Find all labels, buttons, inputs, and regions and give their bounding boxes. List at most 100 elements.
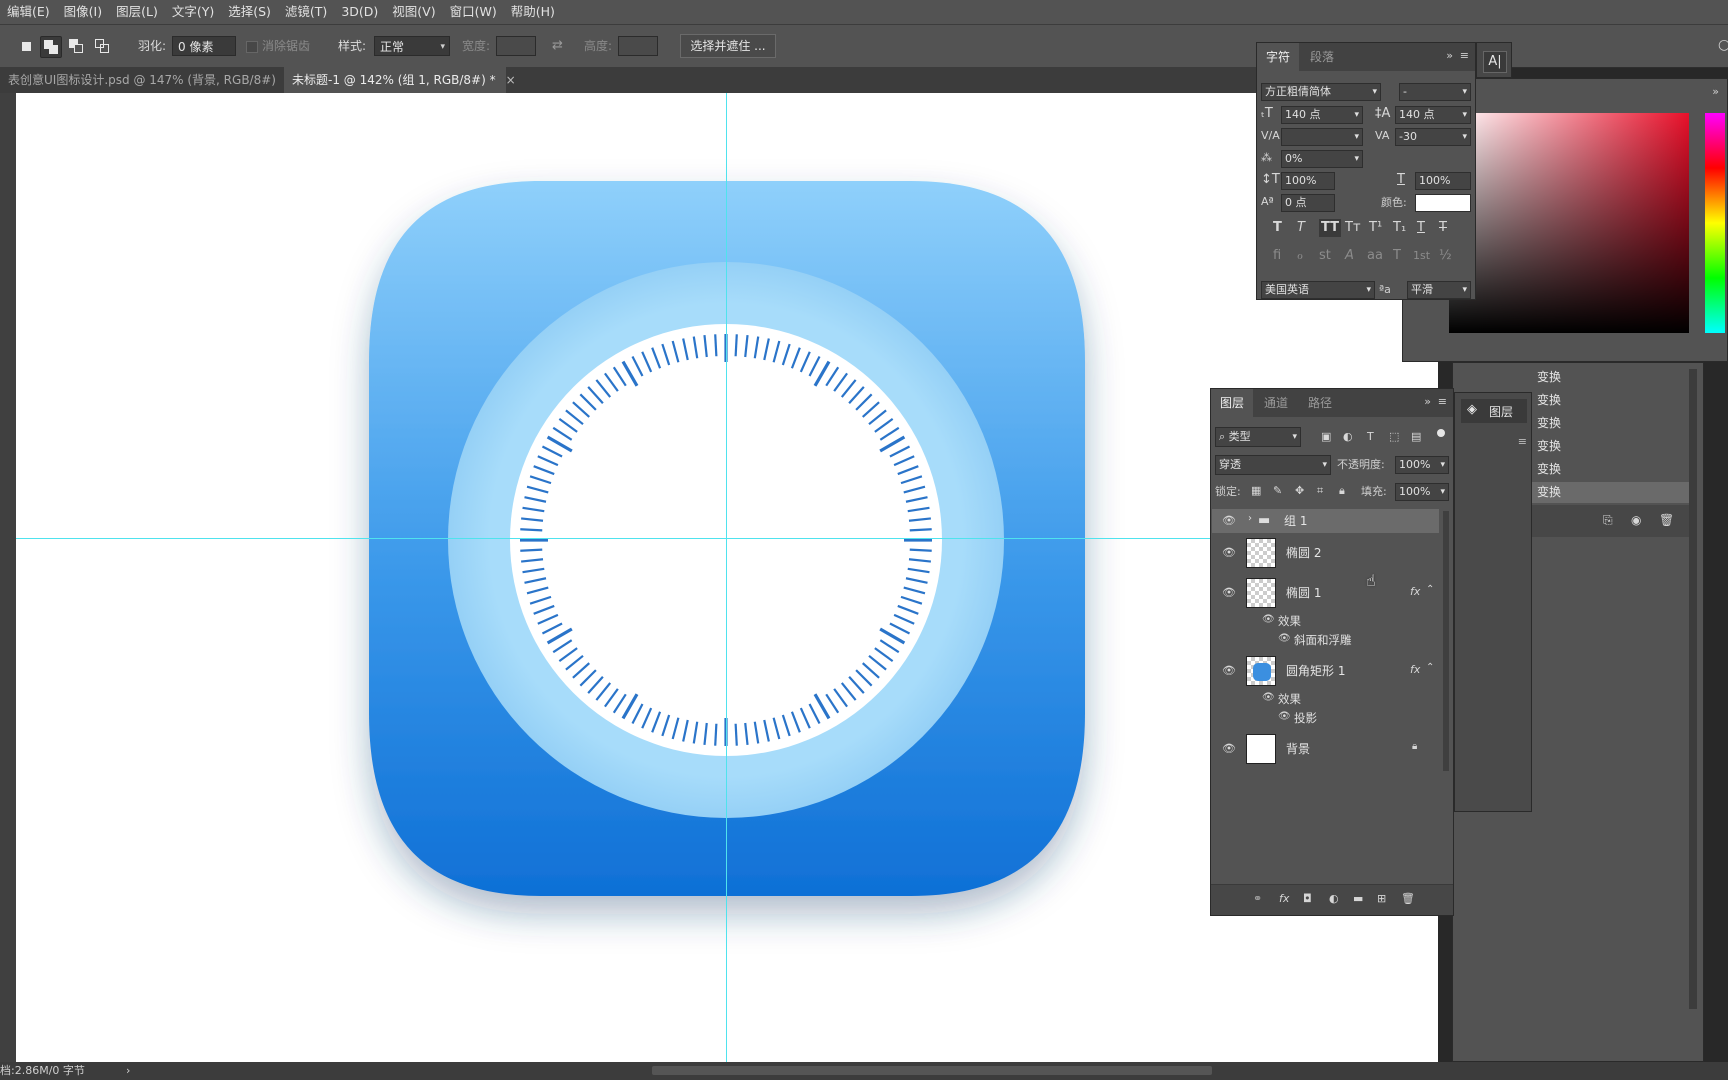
strikethrough-button[interactable]: T [1439, 219, 1447, 237]
tab-channels[interactable]: 通道 [1255, 389, 1297, 417]
new-selection-icon[interactable] [16, 36, 36, 56]
proportional-spacing-input[interactable]: 0% ▾ [1281, 150, 1363, 168]
layer-row-rounded-rectangle-1[interactable]: 👁︎ 圆角矩形 1 fx ⌃ [1212, 653, 1439, 689]
menu-filter[interactable]: 滤镜(T) [278, 0, 334, 24]
panel-menu-icon[interactable]: ≡ [1518, 435, 1527, 448]
intersect-selection-icon[interactable] [92, 36, 112, 56]
hue-slider[interactable] [1705, 113, 1725, 333]
filter-adjustment-icon[interactable]: ◐ [1343, 428, 1353, 446]
eye-icon[interactable]: 👁︎ [1278, 633, 1291, 644]
antialias-checkbox[interactable] [246, 41, 258, 53]
chevron-right-icon[interactable]: › [1248, 513, 1252, 524]
menu-layer[interactable]: 图层(L) [109, 0, 165, 24]
blend-mode-select[interactable]: 穿透 ▾ [1215, 455, 1331, 475]
tab-layers[interactable]: 图层 [1211, 389, 1254, 417]
tab-document-2[interactable]: 未标题-1 @ 142% (组 1, RGB/8#) * × [284, 67, 516, 93]
trash-icon[interactable]: 🗑︎ [1401, 892, 1415, 905]
old-style-button[interactable]: ℴ [1297, 247, 1303, 265]
fx-icon[interactable]: fx [1410, 585, 1420, 598]
fill-input[interactable]: 100% ▾ [1395, 483, 1449, 501]
language-select[interactable]: 美国英语 ▾ [1261, 281, 1375, 299]
font-family-select[interactable]: 方正粗倩简体 ▾ [1261, 83, 1381, 101]
layer-row-ellipse-1[interactable]: 👁︎ 椭圆 1 fx ⌃ [1212, 575, 1439, 611]
panel-expand-icon[interactable]: » [1424, 395, 1431, 408]
add-style-icon[interactable]: fx [1279, 892, 1289, 905]
mini-layers-button[interactable]: ◈ 图层 [1461, 399, 1527, 423]
history-item[interactable]: 变换 [1453, 367, 1689, 388]
panel-menu-icon[interactable]: ≡ [1460, 49, 1469, 62]
font-style-select[interactable]: - ▾ [1399, 83, 1471, 101]
stylistic-alternates-button[interactable]: aa [1367, 247, 1383, 265]
faux-bold-button[interactable]: T [1273, 219, 1282, 237]
menu-help[interactable]: 帮助(H) [504, 0, 562, 24]
baseline-shift-input[interactable]: 0 点 [1281, 194, 1335, 212]
small-caps-button[interactable]: Tт [1345, 219, 1361, 237]
superscript-button[interactable]: T¹ [1369, 219, 1382, 237]
tab-character[interactable]: 字符 [1257, 43, 1300, 71]
trash-icon[interactable]: 🗑 [1659, 513, 1674, 527]
height-input[interactable] [618, 36, 658, 56]
eye-icon[interactable]: 👁︎ [1278, 711, 1291, 722]
filter-pixel-icon[interactable]: ▣ [1321, 428, 1331, 446]
opacity-input[interactable]: 100% ▾ [1395, 456, 1449, 474]
status-menu-arrow[interactable]: › [126, 1062, 130, 1080]
ordinals-button[interactable]: 1st [1413, 247, 1430, 265]
eye-icon[interactable]: 👁︎ [1222, 742, 1236, 755]
adjustment-layer-icon[interactable]: ◐ [1329, 892, 1339, 905]
eye-icon[interactable]: 👁︎ [1222, 514, 1236, 527]
search-icon[interactable]: ○ [1718, 37, 1728, 53]
camera-icon[interactable]: ◉ [1631, 513, 1641, 527]
swash-button[interactable]: A [1345, 247, 1354, 265]
subtract-selection-icon[interactable] [66, 36, 86, 56]
filter-smart-object-icon[interactable]: ▤ [1411, 428, 1421, 446]
lock-pixels-icon[interactable]: ✎ [1273, 482, 1282, 500]
lock-position-icon[interactable]: ✥ [1295, 482, 1304, 500]
effect-drop-shadow[interactable]: 投影 [1294, 710, 1317, 726]
panel-expand-icon[interactable]: » [1446, 49, 1453, 62]
horizontal-scrollbar[interactable] [652, 1066, 1212, 1075]
history-scrollbar[interactable] [1689, 369, 1697, 1009]
select-and-mask-button[interactable]: 选择并遮住 ... [680, 34, 776, 58]
underline-button[interactable]: T [1417, 219, 1425, 237]
menu-3d[interactable]: 3D(D) [334, 0, 385, 24]
filter-type-icon[interactable]: T [1367, 428, 1374, 446]
filter-toggle-icon[interactable] [1437, 429, 1445, 437]
width-input[interactable] [496, 36, 536, 56]
titling-alternates-button[interactable]: T [1393, 247, 1401, 265]
eye-icon[interactable]: 👁︎ [1222, 546, 1236, 559]
text-color-swatch[interactable] [1415, 194, 1471, 212]
eye-icon[interactable]: 👁︎ [1222, 586, 1236, 599]
tab-paths[interactable]: 路径 [1299, 389, 1341, 417]
menu-window[interactable]: 窗口(W) [443, 0, 504, 24]
kerning-input[interactable]: ▾ [1281, 128, 1363, 146]
add-mask-icon[interactable]: ◘ [1303, 892, 1312, 905]
new-document-icon[interactable]: ⎘ [1603, 513, 1613, 528]
feather-input[interactable]: 0 像素 [172, 36, 236, 56]
fractions-button[interactable]: ½ [1439, 247, 1452, 265]
menu-type[interactable]: 文字(Y) [165, 0, 221, 24]
menu-edit[interactable]: 编辑(E) [0, 0, 57, 24]
swap-icon[interactable]: ⇄ [552, 38, 563, 53]
layer-row-ellipse-2[interactable]: 👁︎ 椭圆 2 [1212, 535, 1439, 571]
menu-image[interactable]: 图像(I) [57, 0, 109, 24]
new-group-icon[interactable]: ▬ [1353, 892, 1363, 905]
layer-row-group-1[interactable]: 👁︎ › ▬ 组 1 [1212, 509, 1439, 533]
panel-menu-icon[interactable]: ≡ [1438, 395, 1447, 408]
filter-shape-icon[interactable]: ⬚ [1389, 428, 1399, 446]
new-layer-icon[interactable]: ⊞ [1377, 892, 1386, 905]
close-icon[interactable]: × [506, 73, 516, 87]
eye-icon[interactable]: 👁︎ [1262, 614, 1275, 625]
character-panel-icon[interactable]: A| [1483, 51, 1507, 73]
ligature-button[interactable]: ﬁ [1273, 247, 1281, 265]
lock-all-icon[interactable]: 🔒︎ [1339, 482, 1345, 500]
lock-artboard-icon[interactable]: ⌗ [1317, 482, 1323, 500]
all-caps-button[interactable]: TT [1319, 219, 1342, 237]
horizontal-scale-input[interactable]: 100% [1415, 172, 1471, 190]
color-field[interactable] [1449, 113, 1689, 333]
menu-view[interactable]: 视图(V) [385, 0, 442, 24]
style-select[interactable]: 正常 ▾ [374, 36, 450, 56]
effect-bevel-emboss[interactable]: 斜面和浮雕 [1294, 632, 1352, 648]
tracking-input[interactable]: -30 ▾ [1395, 128, 1471, 146]
discretionary-ligature-button[interactable]: st [1319, 247, 1331, 265]
layer-row-background[interactable]: 👁︎ 背景 🔒︎ [1212, 731, 1439, 767]
